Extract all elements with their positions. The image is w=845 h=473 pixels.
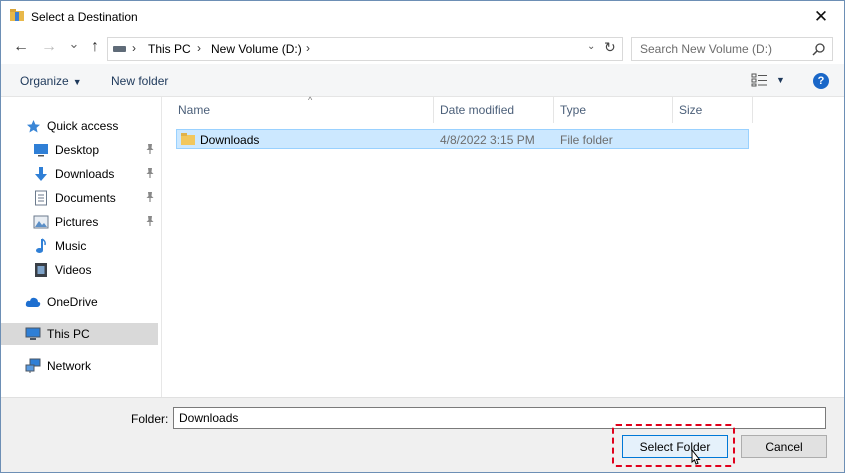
folder-icon (181, 133, 195, 145)
folder-label: Folder: (131, 412, 169, 426)
view-caret-down-icon[interactable]: ▼ (776, 75, 785, 85)
sidebar-item-label: Network (47, 359, 92, 373)
forward-arrow-icon[interactable]: → (40, 38, 58, 56)
title-bar: Select a Destination ✕ (1, 1, 844, 32)
document-icon (33, 190, 49, 206)
new-folder-button[interactable]: New folder (111, 74, 168, 88)
address-dropdown-chevron-icon[interactable]: ⌄ (587, 41, 595, 52)
search-input[interactable]: Search New Volume (D:) (640, 42, 772, 56)
close-button[interactable]: ✕ (798, 1, 844, 32)
organize-label: Organize (20, 74, 69, 88)
breadcrumb-separator: › (197, 41, 201, 55)
column-header-label: Size (679, 103, 703, 117)
organize-button[interactable]: Organize ▼ (20, 74, 82, 88)
pin-icon (145, 143, 155, 158)
file-name: Downloads (200, 133, 260, 147)
select-folder-button[interactable]: Select Folder (622, 435, 728, 458)
sidebar-item-label: Pictures (55, 215, 99, 229)
music-icon (33, 238, 49, 254)
pin-icon (145, 191, 155, 206)
sidebar-item-pictures[interactable]: Pictures (33, 211, 161, 233)
sidebar-item-label: Videos (55, 263, 92, 277)
sidebar-item-quick-access[interactable]: Quick access (25, 115, 118, 137)
cancel-button[interactable]: Cancel (741, 435, 827, 458)
file-type: File folder (560, 133, 613, 147)
close-icon: ✕ (813, 6, 829, 26)
refresh-icon[interactable]: ↻ (604, 39, 616, 56)
column-header-size[interactable]: Size (673, 97, 753, 123)
sidebar-item-downloads[interactable]: Downloads (33, 163, 161, 185)
video-icon (33, 262, 49, 278)
address-bar[interactable]: › This PC › New Volume (D:) › ⌄ ↻ (107, 37, 623, 61)
computer-icon (25, 326, 41, 342)
recent-locations-chevron-icon[interactable]: ⌄ (65, 35, 83, 53)
sidebar-item-videos[interactable]: Videos (33, 259, 91, 281)
sidebar-item-label: OneDrive (47, 295, 98, 309)
mouse-cursor-icon (691, 449, 701, 465)
caret-down-icon: ▼ (72, 77, 82, 87)
navigation-pane: Quick access Desktop Downloads Documents… (1, 97, 162, 397)
sidebar-item-onedrive[interactable]: OneDrive (25, 291, 98, 313)
command-toolbar: Organize ▼ New folder ▼ ? (1, 64, 844, 97)
pin-icon (145, 167, 155, 182)
sort-ascending-icon: ^ (308, 95, 313, 105)
window-title: Select a Destination (31, 10, 138, 24)
help-icon[interactable]: ? (813, 73, 829, 89)
breadcrumb-separator: › (132, 41, 136, 55)
breadcrumb-separator: › (306, 41, 310, 55)
column-header-name[interactable]: Name ^ (172, 95, 434, 123)
sidebar-item-label: Documents (55, 191, 116, 205)
sidebar-item-label: This PC (47, 327, 90, 341)
picture-icon (33, 214, 49, 230)
file-date: 4/8/2022 3:15 PM (440, 133, 535, 147)
column-header-type[interactable]: Type (554, 97, 673, 123)
dialog-footer: Folder: Select Folder Cancel (1, 397, 844, 472)
column-header-label: Date modified (440, 103, 515, 117)
dialog-window: Select a Destination ✕ ← → ⌄ ↑ › This PC… (0, 0, 845, 473)
column-header-label: Name (178, 103, 211, 117)
sidebar-item-network[interactable]: Network (25, 355, 91, 377)
sidebar-item-desktop[interactable]: Desktop (33, 139, 161, 161)
cloud-icon (25, 294, 41, 310)
table-row[interactable]: Downloads 4/8/2022 3:15 PM File folder (176, 129, 749, 149)
navigation-bar: ← → ⌄ ↑ › This PC › New Volume (D:) › ⌄ … (1, 32, 844, 64)
sidebar-item-documents[interactable]: Documents (33, 187, 161, 209)
file-list: Name ^ Date modified Type Size Downloads… (162, 95, 844, 397)
breadcrumb-this-pc[interactable]: This PC (148, 42, 191, 56)
search-icon[interactable] (812, 42, 826, 56)
drive-icon (113, 46, 126, 52)
column-header-label: Type (560, 103, 587, 117)
back-arrow-icon[interactable]: ← (12, 38, 30, 56)
breadcrumb-new-volume[interactable]: New Volume (D:) (211, 42, 302, 56)
sidebar-item-this-pc[interactable]: This PC (1, 323, 158, 345)
sidebar-item-label: Desktop (55, 143, 100, 157)
sidebar-item-label: Downloads (55, 167, 115, 181)
network-icon (25, 358, 41, 374)
folder-icon (10, 9, 24, 21)
up-arrow-icon[interactable]: ↑ (86, 38, 104, 56)
download-icon (33, 166, 49, 182)
sidebar-item-label: Music (55, 239, 87, 253)
desktop-icon (33, 142, 49, 158)
sidebar-item-music[interactable]: Music (33, 235, 86, 257)
pin-icon (145, 215, 155, 230)
sidebar-item-label: Quick access (47, 119, 119, 133)
star-icon (25, 118, 41, 134)
search-box[interactable]: Search New Volume (D:) (631, 37, 833, 61)
view-options-icon[interactable] (751, 73, 769, 87)
column-header-date[interactable]: Date modified (434, 97, 554, 123)
